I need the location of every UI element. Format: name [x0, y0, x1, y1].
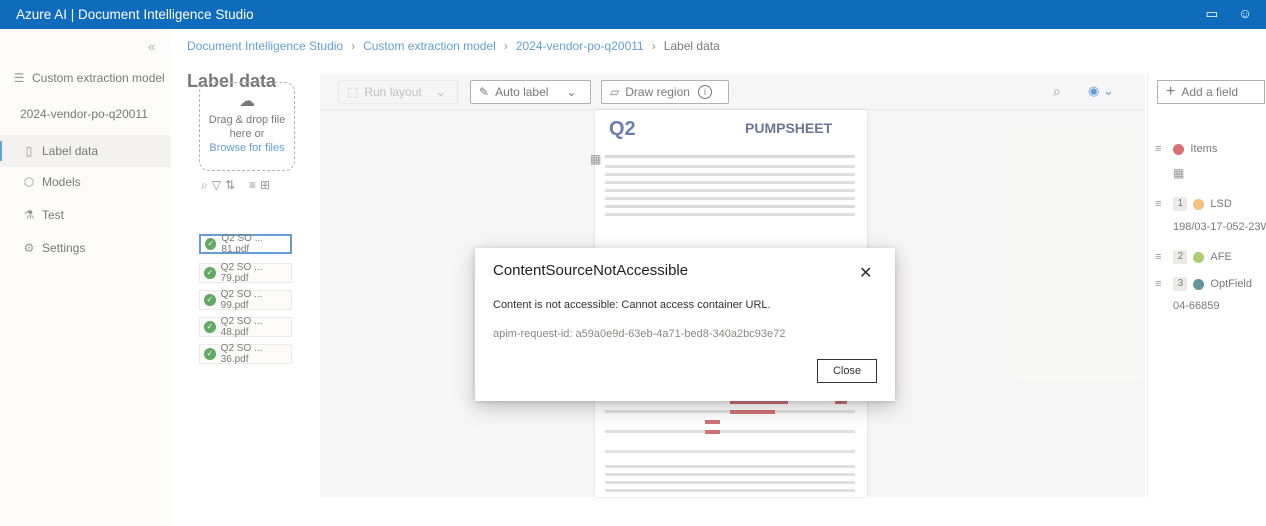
request-id-text: apim-request-id: a59a0e9d-63eb-4a71-bed8… — [493, 328, 786, 340]
top-app-bar: Azure AI | Document Intelligence Studio … — [0, 0, 1266, 29]
smiley-icon[interactable]: ☺ — [1238, 6, 1252, 22]
dialog-message: Content is not accessible: Cannot access… — [493, 299, 771, 311]
app-title: Azure AI | Document Intelligence Studio — [16, 7, 254, 22]
close-button[interactable]: Close — [817, 359, 877, 383]
error-dialog: ContentSourceNotAccessible ✕ Content is … — [475, 248, 895, 401]
feedback-icon[interactable]: ▭ — [1205, 6, 1218, 22]
dialog-title: ContentSourceNotAccessible — [493, 262, 689, 279]
close-icon[interactable]: ✕ — [859, 263, 872, 283]
